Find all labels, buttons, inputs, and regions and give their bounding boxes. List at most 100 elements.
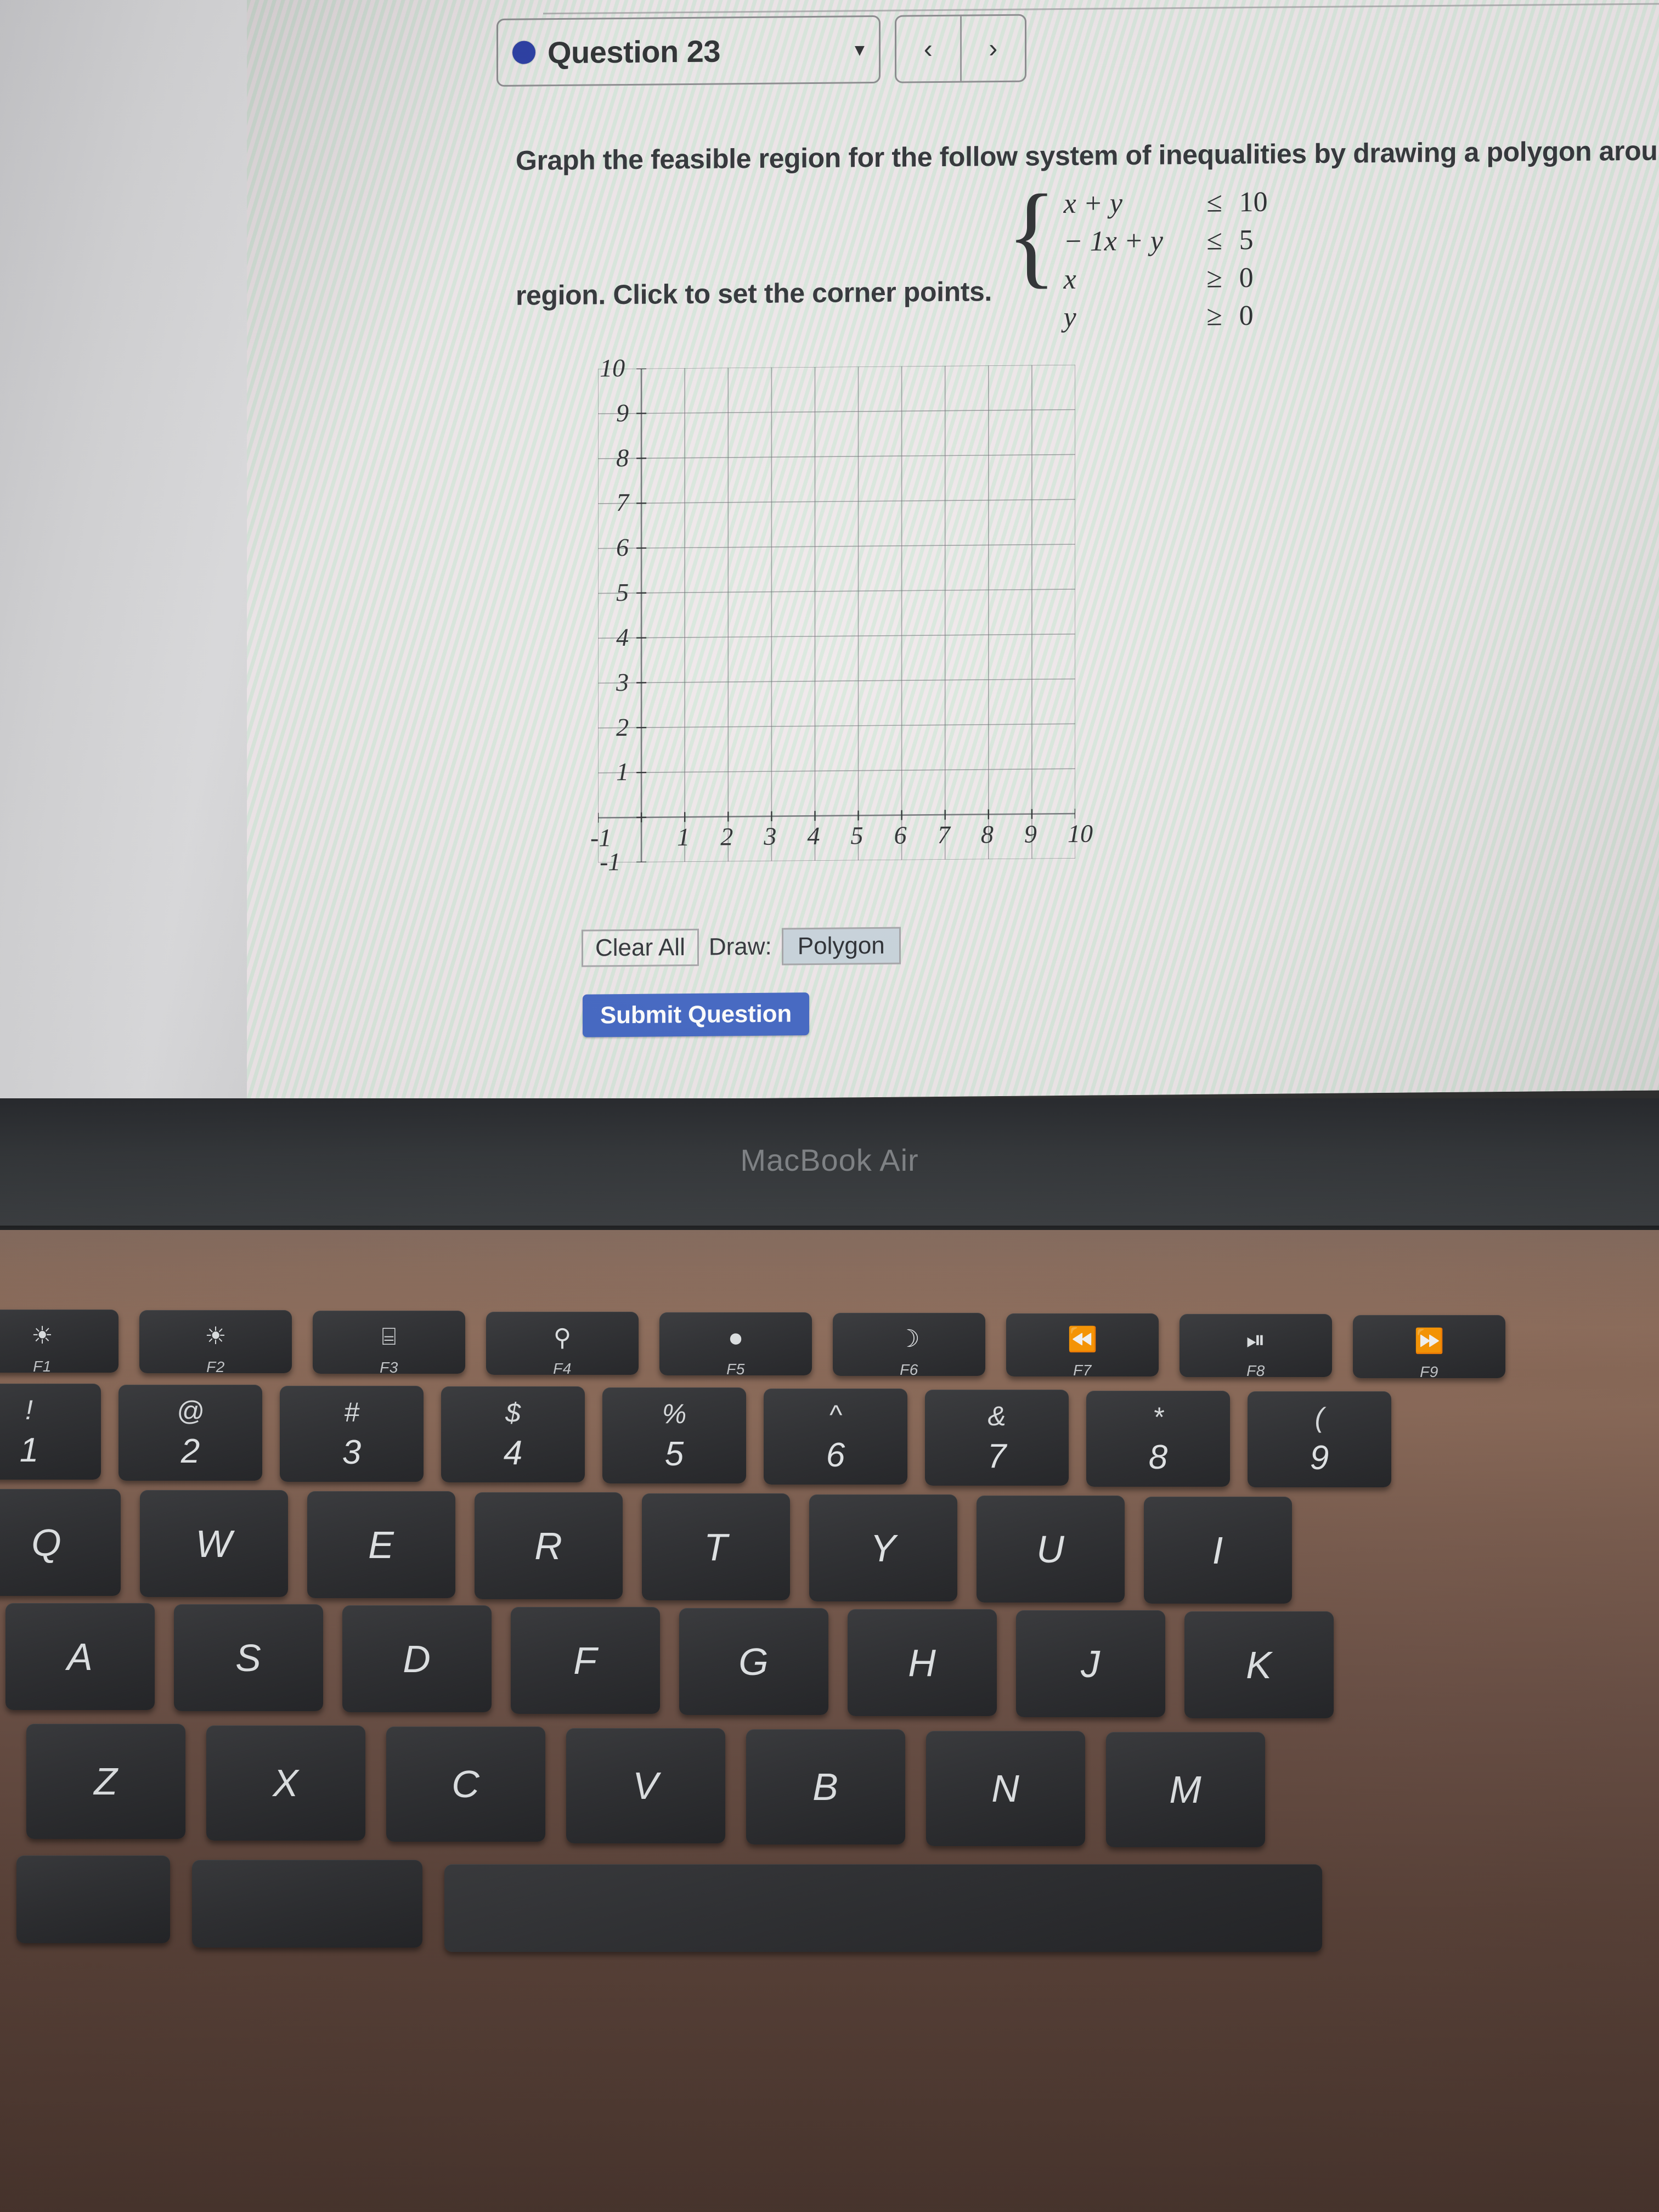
fkey-label: F6 [900, 1361, 918, 1376]
y-tick-label: 4 [616, 623, 629, 652]
key-letter: X [273, 1762, 299, 1804]
graph-toolbar: Clear All Draw: Polygon [582, 927, 901, 967]
fkey-label: F2 [206, 1358, 225, 1373]
key-e[interactable]: E [307, 1491, 455, 1598]
graph-widget[interactable]: 10 9 8 7 6 5 4 3 2 1 -1 -1 1 2 3 4 5 6 7 8 9 10 [532, 354, 1114, 913]
key-8[interactable]: * 8 [1086, 1391, 1230, 1487]
laptop-body: MacBook Air ☀ F1 ☀ F2 ⌸ F3 ⚲ F4 ⏺ F5 ☽ F6 ⏪ F7… [0, 1098, 1659, 2212]
macbook-brand-label: MacBook Air [740, 1143, 919, 1177]
y-axis-tick-labels: 10 9 8 7 6 5 4 3 2 1 -1 [532, 354, 1114, 876]
key-1[interactable]: ! 1 [0, 1384, 101, 1480]
question-header: Question 23 ▾ ‹ › [496, 14, 1026, 87]
key-shift-symbol: # [344, 1396, 359, 1427]
draw-mode-label: Draw: [708, 933, 772, 961]
key-u[interactable]: U [977, 1496, 1125, 1602]
key-digit: 6 [826, 1436, 845, 1474]
key-9[interactable]: ( 9 [1248, 1391, 1391, 1487]
key-f7[interactable]: ⏪ F7 [1006, 1313, 1159, 1376]
play-pause-icon: ⏯ [1246, 1327, 1266, 1353]
key-t[interactable]: T [642, 1493, 790, 1600]
inequality-3-relation: ≥ [1206, 262, 1222, 294]
draw-mode-polygon-button[interactable]: Polygon [781, 927, 901, 966]
next-question-button[interactable]: › [960, 15, 1025, 81]
key-2[interactable]: @ 2 [119, 1385, 262, 1481]
key-k[interactable]: K [1184, 1611, 1334, 1718]
brightness-down-icon: ☀ [31, 1322, 53, 1349]
y-tick-label: -1 [600, 848, 621, 876]
fkey-label: F4 [553, 1360, 572, 1375]
key-v[interactable]: V [566, 1728, 725, 1843]
key-r[interactable]: R [475, 1492, 623, 1599]
key-x[interactable]: X [206, 1725, 365, 1841]
key-f8[interactable]: ⏯ F8 [1180, 1314, 1332, 1377]
key-z[interactable]: Z [26, 1724, 185, 1839]
key-f6[interactable]: ☽ F6 [833, 1313, 985, 1376]
key-j[interactable]: J [1016, 1610, 1165, 1717]
inequality-1-relation: ≤ [1206, 187, 1222, 218]
submit-question-button[interactable]: Submit Question [583, 992, 810, 1037]
key-shift-symbol: ( [1314, 1402, 1324, 1433]
question-selector[interactable]: Question 23 ▾ [496, 15, 881, 87]
clear-all-button[interactable]: Clear All [582, 928, 699, 967]
dictation-mic-icon: ⏺ [730, 1325, 742, 1352]
brightness-up-icon: ☀ [205, 1323, 227, 1350]
key-shift-symbol: ^ [829, 1399, 842, 1430]
key-f2[interactable]: ☀ F2 [139, 1310, 292, 1373]
key-shift-symbol: ! [25, 1394, 33, 1425]
key-bottom-partial-2[interactable] [192, 1860, 422, 1948]
key-w[interactable]: W [140, 1490, 288, 1597]
inequality-2-lhs: − 1x + y [1063, 225, 1164, 258]
key-letter: R [534, 1524, 563, 1567]
key-c[interactable]: C [386, 1726, 545, 1842]
key-letter: T [704, 1525, 728, 1568]
y-tick-label: 6 [616, 533, 629, 562]
y-tick-label: 10 [600, 353, 625, 382]
key-letter: D [403, 1637, 431, 1680]
x-tick-label: 9 [1024, 820, 1037, 848]
key-f9[interactable]: ⏩ F9 [1353, 1315, 1505, 1378]
key-m[interactable]: M [1106, 1732, 1265, 1847]
key-f[interactable]: F [511, 1607, 660, 1714]
inequality-1-lhs: x + y [1063, 188, 1122, 220]
key-letter: Z [94, 1760, 118, 1803]
key-f4[interactable]: ⚲ F4 [486, 1312, 639, 1375]
key-d[interactable]: D [342, 1605, 492, 1712]
chevron-down-icon[interactable]: ▾ [855, 38, 865, 60]
coordinate-plane[interactable] [598, 364, 1075, 863]
key-5[interactable]: % 5 [602, 1387, 746, 1483]
fast-forward-icon: ⏩ [1414, 1328, 1444, 1355]
key-4[interactable]: $ 4 [441, 1386, 585, 1482]
key-3[interactable]: # 3 [280, 1386, 424, 1482]
key-i[interactable]: I [1144, 1497, 1292, 1604]
key-digit: 9 [1310, 1438, 1329, 1477]
key-q[interactable]: Q [0, 1489, 121, 1596]
key-f1[interactable]: ☀ F1 [0, 1310, 119, 1373]
key-spacebar[interactable] [444, 1864, 1322, 1952]
spotlight-search-icon: ⚲ [553, 1324, 572, 1351]
key-g[interactable]: G [679, 1608, 828, 1715]
key-letter: J [1081, 1642, 1101, 1685]
key-shift-symbol: $ [505, 1397, 521, 1428]
key-letter: I [1212, 1528, 1224, 1572]
key-letter: E [368, 1523, 394, 1566]
key-n[interactable]: N [926, 1731, 1085, 1846]
do-not-disturb-moon-icon: ☽ [898, 1325, 920, 1352]
key-s[interactable]: S [174, 1604, 323, 1711]
key-h[interactable]: H [848, 1609, 997, 1716]
key-letter: F [573, 1639, 597, 1682]
rewind-icon: ⏪ [1067, 1326, 1098, 1353]
prev-question-button[interactable]: ‹ [896, 16, 960, 82]
key-7[interactable]: & 7 [925, 1390, 1069, 1486]
key-bottom-partial-1[interactable] [16, 1855, 170, 1943]
key-y[interactable]: Y [809, 1494, 957, 1601]
key-f3[interactable]: ⌸ F3 [313, 1311, 465, 1374]
key-f5[interactable]: ⏺ F5 [659, 1312, 812, 1375]
inequality-3-lhs: x [1063, 263, 1076, 296]
key-digit: 1 [19, 1431, 39, 1469]
key-b[interactable]: B [746, 1729, 905, 1844]
y-tick-label: 1 [616, 758, 629, 786]
inequality-1-rhs: 10 [1239, 186, 1268, 218]
grid-lines [598, 364, 1075, 863]
key-a[interactable]: A [5, 1603, 155, 1710]
key-6[interactable]: ^ 6 [764, 1389, 907, 1485]
